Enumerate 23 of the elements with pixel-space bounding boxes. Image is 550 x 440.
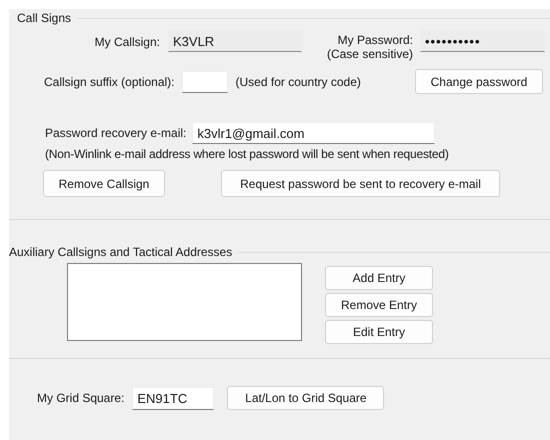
- field-note: (Used for country code): [236, 74, 361, 88]
- grid-square-field[interactable]: EN91TC: [132, 386, 214, 410]
- grid-square-button[interactable]: Lat/Lon to Grid Square: [227, 386, 384, 410]
- suffix-field[interactable]: [182, 70, 228, 92]
- field-label: Callsign suffix (optional):: [44, 74, 175, 88]
- email-field[interactable]: k3vlr1@gmail.com: [192, 122, 436, 144]
- field-note: (Case sensitive): [326, 47, 413, 61]
- field-label: Password recovery e-mail:: [45, 126, 186, 140]
- entry-button[interactable]: Add Entry: [325, 266, 433, 290]
- remove-callsign-button[interactable]: Remove Callsign: [43, 170, 165, 197]
- field-label: My Password:: [338, 33, 413, 47]
- field-label: My Callsign:: [94, 35, 160, 49]
- change-password-button[interactable]: Change password: [415, 69, 543, 94]
- entry-list[interactable]: [67, 263, 302, 341]
- entry-button[interactable]: Edit Entry: [325, 320, 433, 344]
- field-label: My Grid Square:: [37, 391, 124, 405]
- group-title: Auxiliary Callsigns and Tactical Addresses: [9, 245, 232, 259]
- callsign-field[interactable]: K3VLR: [168, 30, 302, 52]
- password-field[interactable]: ••••••••••: [420, 30, 545, 52]
- help-text: (Non-Winlink e-mail address where lost password will be sent when requested): [45, 147, 450, 161]
- group-title: Call Signs: [17, 11, 72, 25]
- entry-button[interactable]: Remove Entry: [325, 293, 433, 317]
- request-password-button[interactable]: Request password be sent to recovery e-mail: [221, 170, 500, 197]
